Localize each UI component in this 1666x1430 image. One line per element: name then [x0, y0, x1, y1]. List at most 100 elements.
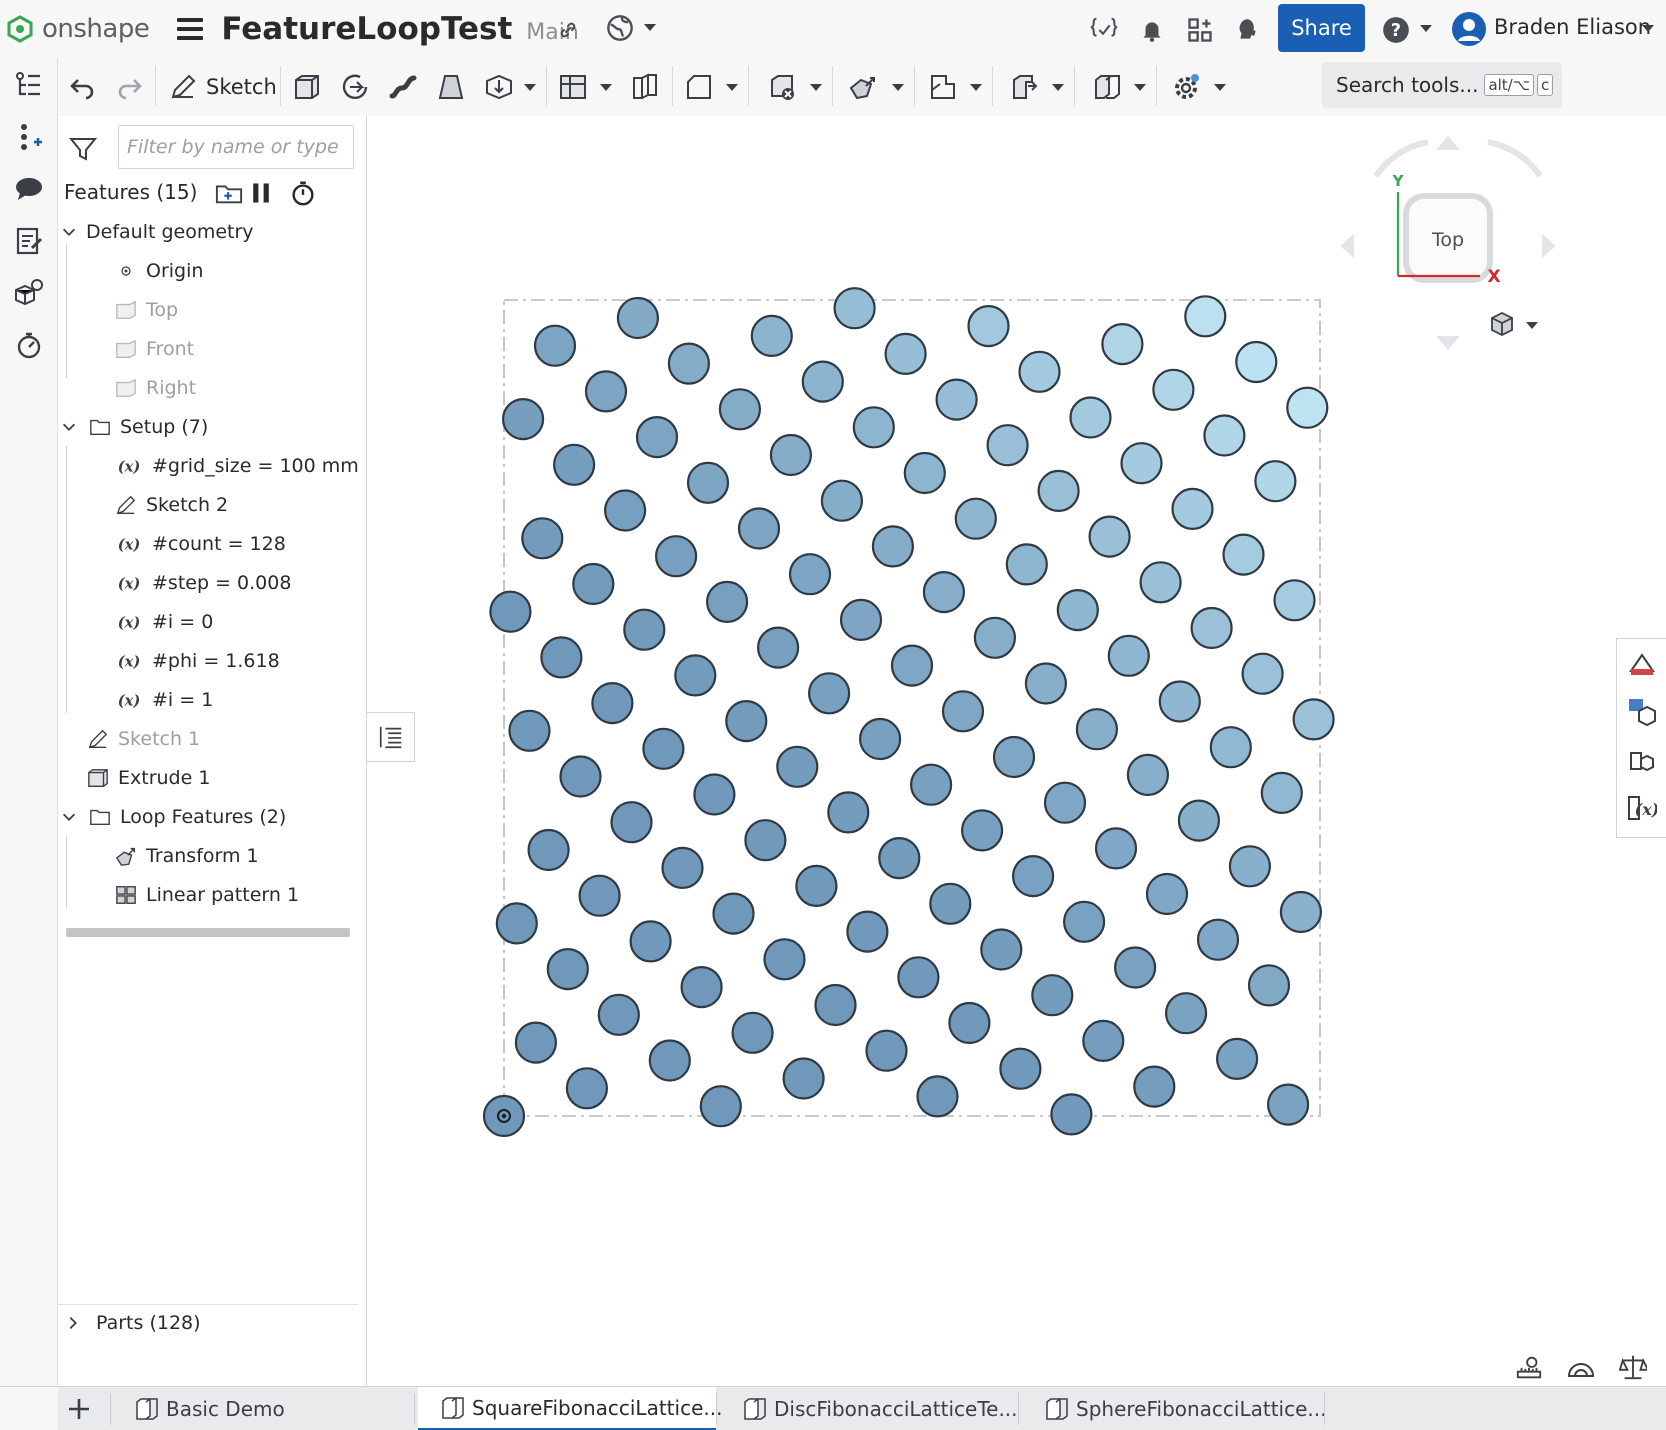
lattice-disc[interactable]: [948, 1001, 991, 1045]
lattice-disc[interactable]: [661, 846, 704, 890]
lattice-disc[interactable]: [712, 892, 755, 935]
delete-part-tool-icon[interactable]: [768, 70, 798, 104]
feature-row[interactable]: Front: [114, 333, 194, 365]
lattice-disc[interactable]: [578, 874, 621, 917]
insert-feature-icon[interactable]: [12, 120, 46, 154]
feature-filter-input[interactable]: [118, 125, 354, 169]
lattice-disc[interactable]: [1228, 845, 1272, 888]
feature-tree-scrollbar[interactable]: [66, 928, 350, 937]
learning-center-icon[interactable]: [1232, 14, 1264, 46]
revolve-tool-icon[interactable]: [340, 70, 370, 104]
lattice-disc[interactable]: [750, 314, 793, 357]
shell-tool-icon[interactable]: [630, 70, 660, 104]
undo-icon[interactable]: [68, 70, 98, 104]
bill-of-materials-icon[interactable]: [1627, 697, 1657, 727]
lattice-disc[interactable]: [1107, 634, 1150, 677]
plane-dropdown-icon[interactable]: [970, 84, 982, 91]
lattice-disc[interactable]: [1120, 442, 1163, 485]
lattice-disc[interactable]: [1145, 872, 1189, 916]
lattice-disc[interactable]: [935, 378, 978, 421]
view-options-cube-icon[interactable]: [1491, 311, 1538, 337]
lattice-disc[interactable]: [591, 681, 634, 725]
lattice-disc[interactable]: [718, 388, 761, 431]
lattice-disc[interactable]: [1018, 350, 1061, 393]
variable-table-icon[interactable]: (x): [1627, 793, 1657, 823]
feature-list-icon[interactable]: [12, 68, 46, 102]
lattice-disc[interactable]: [553, 443, 596, 486]
lattice-disc[interactable]: [967, 305, 1010, 348]
lattice-disc[interactable]: [597, 993, 640, 1036]
lattice-disc[interactable]: [916, 1075, 959, 1118]
feature-row[interactable]: (x) #i = 1: [114, 684, 214, 716]
lattice-disc[interactable]: [1241, 652, 1284, 695]
lattice-disc[interactable]: [769, 433, 812, 477]
lattice-disc[interactable]: [833, 287, 876, 330]
share-button[interactable]: Share: [1278, 4, 1365, 52]
section-view-icon[interactable]: [1564, 1352, 1598, 1382]
lattice-disc[interactable]: [642, 727, 685, 770]
sweep-tool-icon[interactable]: [388, 70, 418, 104]
main-menu-icon[interactable]: [177, 18, 204, 40]
lattice-disc[interactable]: [1152, 368, 1195, 411]
lattice-disc[interactable]: [808, 672, 851, 715]
lattice-disc[interactable]: [878, 836, 921, 880]
thicken-dropdown-icon[interactable]: [524, 84, 536, 91]
origin-marker[interactable]: [482, 1094, 526, 1138]
document-tab[interactable]: Basic Demo: [112, 1387, 414, 1430]
lattice-disc[interactable]: [1075, 708, 1119, 751]
lattice-disc[interactable]: [871, 525, 915, 568]
feature-row[interactable]: Sketch 1: [86, 723, 200, 755]
lattice-disc[interactable]: [737, 507, 781, 550]
lattice-disc[interactable]: [1215, 1037, 1259, 1081]
lattice-disc[interactable]: [1005, 543, 1048, 586]
measure-tool-icon[interactable]: [1512, 1352, 1546, 1382]
lattice-disc[interactable]: [1260, 771, 1303, 815]
view-left-arrow[interactable]: [1340, 234, 1354, 258]
history-timer-icon[interactable]: [12, 328, 46, 362]
lattice-disc[interactable]: [986, 424, 1029, 467]
lattice-disc[interactable]: [655, 535, 698, 578]
fillet-dropdown-icon[interactable]: [600, 84, 612, 91]
lattice-disc[interactable]: [839, 598, 883, 641]
parts-list-toggle[interactable]: Parts (128): [64, 1312, 201, 1334]
lattice-disc[interactable]: [820, 479, 863, 522]
lattice-disc[interactable]: [1273, 579, 1316, 622]
redo-icon[interactable]: [114, 70, 144, 104]
lattice-disc[interactable]: [1113, 946, 1157, 989]
lattice-disc[interactable]: [584, 370, 628, 413]
lattice-disc[interactable]: [508, 709, 551, 752]
feature-row[interactable]: Transform 1: [114, 840, 259, 872]
feature-row[interactable]: (x) #phi = 1.618: [114, 645, 280, 677]
document-title[interactable]: FeatureLoopTest: [221, 11, 512, 47]
lattice-disc[interactable]: [1050, 1093, 1093, 1136]
add-tab-icon[interactable]: [66, 1396, 92, 1422]
lattice-disc[interactable]: [693, 773, 736, 816]
lattice-disc[interactable]: [1164, 992, 1208, 1035]
lattice-disc[interactable]: [1011, 854, 1055, 898]
rotate-left-arrow[interactable]: [1373, 139, 1429, 178]
lattice-disc[interactable]: [629, 920, 672, 963]
lattice-disc[interactable]: [897, 956, 940, 999]
pattern-dropdown-icon[interactable]: [1134, 84, 1146, 91]
chevron-down-icon[interactable]: [58, 806, 80, 828]
lattice-disc[interactable]: [489, 590, 532, 633]
lattice-disc[interactable]: [1133, 1065, 1176, 1108]
lattice-disc[interactable]: [1062, 900, 1106, 943]
help-icon[interactable]: ?: [1380, 14, 1412, 46]
lattice-disc[interactable]: [1082, 1019, 1125, 1063]
lattice-disc[interactable]: [763, 938, 806, 981]
lattice-disc[interactable]: [929, 882, 972, 925]
plane-tool-icon[interactable]: [928, 70, 958, 104]
mass-properties-icon[interactable]: [12, 276, 46, 310]
lattice-disc[interactable]: [788, 553, 832, 596]
feature-row[interactable]: (x) #i = 0: [114, 606, 214, 638]
lattice-disc[interactable]: [1190, 606, 1233, 650]
lattice-disc[interactable]: [846, 910, 889, 953]
lattice-disc[interactable]: [973, 616, 1017, 659]
lattice-disc[interactable]: [527, 828, 570, 872]
lattice-disc[interactable]: [495, 902, 538, 945]
lattice-disc[interactable]: [546, 947, 589, 991]
globe-dropdown-icon[interactable]: [644, 24, 656, 31]
lattice-disc[interactable]: [1126, 753, 1170, 797]
search-tools-button[interactable]: Search tools... alt/⌥ c: [1322, 62, 1562, 108]
